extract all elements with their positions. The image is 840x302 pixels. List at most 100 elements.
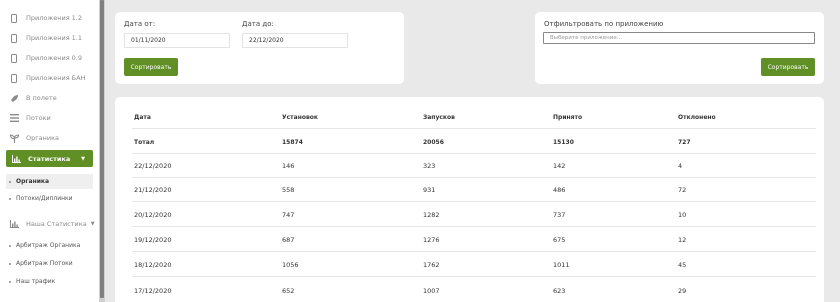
table-cell: 737 (553, 211, 566, 219)
table-cell: 20056 (423, 138, 444, 146)
table-cell: 1011 (553, 261, 570, 269)
table-cell: 687 (282, 236, 295, 244)
sidebar-subitem-label: Потоки/Диплинки (16, 195, 73, 202)
table-cell: 675 (553, 236, 566, 244)
table-cell: 15130 (553, 138, 574, 146)
sidebar-item-apps-ban[interactable]: Приложения БАН (8, 70, 85, 86)
sidebar-subitem-arbitrage-organic[interactable]: Арбитраж Органика (6, 238, 93, 253)
table-row: 21/12/2020 558 931 486 72 (132, 179, 816, 202)
bullet-icon (9, 197, 11, 200)
table-row: 20/12/2020 747 1282 737 10 (132, 204, 816, 227)
sidebar-item-apps-1-1[interactable]: Приложения 1.1 (8, 30, 82, 46)
column-header-installs[interactable]: Установок (282, 106, 318, 128)
table-row: 19/12/2020 687 1276 675 12 (132, 229, 816, 252)
sidebar-item-apps-0-9[interactable]: Приложения 0.9 (8, 50, 82, 66)
table-cell: 20/12/2020 (134, 211, 172, 219)
table-cell: 747 (282, 211, 295, 219)
table-cell: 931 (423, 186, 436, 194)
bar-chart-icon (10, 154, 22, 163)
phone-icon (8, 53, 20, 63)
app-select-input[interactable]: Выберите приложение... (543, 32, 815, 44)
table-cell: 4 (678, 162, 683, 170)
table-row: 17/12/2020 652 1007 623 29 (132, 279, 816, 302)
sidebar-item-label: Приложения 1.2 (26, 14, 83, 22)
table-cell: 652 (282, 286, 295, 295)
table-cell: 29 (678, 286, 687, 295)
table-cell: 1282 (423, 211, 440, 219)
sidebar-item-label: Статистика (28, 154, 71, 163)
column-header-date[interactable]: Дата (134, 106, 151, 128)
table-cell: 1276 (423, 236, 440, 244)
column-header-rejected[interactable]: Отклонено (678, 106, 716, 128)
sidebar-item-statistics[interactable]: Статистика ▼ (6, 150, 93, 167)
date-to-label: Дата до: (242, 20, 274, 28)
column-header-accepted[interactable]: Принято (553, 106, 582, 128)
list-icon (8, 114, 20, 122)
table-cell: 623 (553, 286, 566, 295)
sidebar-subitem-label: Арбитраж Органика (16, 242, 81, 249)
app-sort-button[interactable]: Сортировать (761, 58, 815, 76)
sidebar: Приложения 1.2 Приложения 1.1 Приложения… (0, 0, 99, 302)
sidebar-subitem-streams-deeplinks[interactable]: Потоки/Диплинки (6, 191, 93, 206)
bullet-icon (9, 244, 11, 247)
phone-icon (8, 33, 20, 43)
table-cell: 18/12/2020 (134, 261, 172, 269)
sidebar-subitem-label: Органика (16, 178, 50, 185)
sort-button[interactable]: Сортировать (124, 58, 178, 76)
bullet-icon (9, 262, 11, 265)
table-cell: 15874 (282, 138, 303, 146)
column-header-launches[interactable]: Запусков (423, 106, 455, 128)
sidebar-subitem-our-traffic[interactable]: Наш трафик (6, 274, 93, 289)
sidebar-subitem-label: Арбитраж Потоки (16, 260, 73, 267)
table-cell: 22/12/2020 (134, 162, 172, 170)
table-row: 18/12/2020 1056 1762 1011 45 (132, 254, 816, 277)
table-cell: 1762 (423, 261, 440, 269)
table-cell: 21/12/2020 (134, 186, 172, 194)
table-cell: 10 (678, 211, 687, 219)
app-filter-label: Отфильтровать по приложению (544, 20, 664, 28)
sidebar-item-organic[interactable]: Органика (8, 130, 59, 146)
sidebar-scrollbar-thumb[interactable] (100, 0, 104, 298)
caret-down-icon: ▼ (90, 221, 95, 227)
sidebar-item-label: Приложения БАН (26, 74, 86, 82)
sidebar-subitem-organic[interactable]: Органика (6, 174, 93, 189)
sidebar-item-label: Органика (26, 134, 60, 142)
sidebar-item-label: Потоки (26, 114, 51, 122)
table-header-row: Дата Установок Запусков Принято Отклонен… (132, 106, 816, 129)
sidebar-item-label: В полете (26, 94, 57, 102)
table-cell: 323 (423, 162, 436, 170)
table-cell: 1056 (282, 261, 299, 269)
table-cell: 45 (678, 261, 687, 269)
date-from-label: Дата от: (124, 20, 156, 28)
caret-down-icon: ▼ (81, 155, 85, 162)
sidebar-subitem-arbitrage-streams[interactable]: Арбитраж Потоки (6, 256, 93, 271)
sprout-icon (8, 133, 20, 143)
date-from-input[interactable]: 01/11/2020 (124, 33, 230, 48)
rocket-icon (8, 94, 20, 103)
bullet-icon (9, 280, 11, 283)
table-cell: 727 (678, 138, 691, 146)
table-cell: 146 (282, 162, 295, 170)
table-cell: 17/12/2020 (134, 286, 172, 295)
table-total-row: Тотал 15874 20056 15130 727 (132, 131, 816, 154)
table-cell: 486 (553, 186, 566, 194)
sidebar-item-streams[interactable]: Потоки (8, 110, 51, 126)
phone-icon (8, 73, 20, 83)
table-cell: 558 (282, 186, 295, 194)
table-cell: 142 (553, 162, 566, 170)
sidebar-group-our-statistics[interactable]: Наша Статистика ▼ (8, 217, 95, 231)
table-cell: 72 (678, 186, 687, 194)
sidebar-item-label: Приложения 1.1 (26, 34, 83, 42)
sidebar-item-apps-1-2[interactable]: Приложения 1.2 (8, 10, 82, 26)
sidebar-group-label: Наша Статистика (26, 220, 87, 228)
phone-icon (8, 13, 20, 23)
table-cell: 19/12/2020 (134, 236, 172, 244)
bullet-icon (9, 180, 11, 183)
sidebar-subitem-label: Наш трафик (16, 278, 56, 285)
table-cell: 12 (678, 236, 687, 244)
sidebar-item-label: Приложения 0.9 (26, 54, 83, 62)
sidebar-item-in-flight[interactable]: В полете (8, 90, 57, 106)
table-cell: Тотал (134, 138, 155, 146)
date-to-input[interactable]: 22/12/2020 (242, 33, 348, 48)
bar-chart-icon (8, 220, 20, 228)
